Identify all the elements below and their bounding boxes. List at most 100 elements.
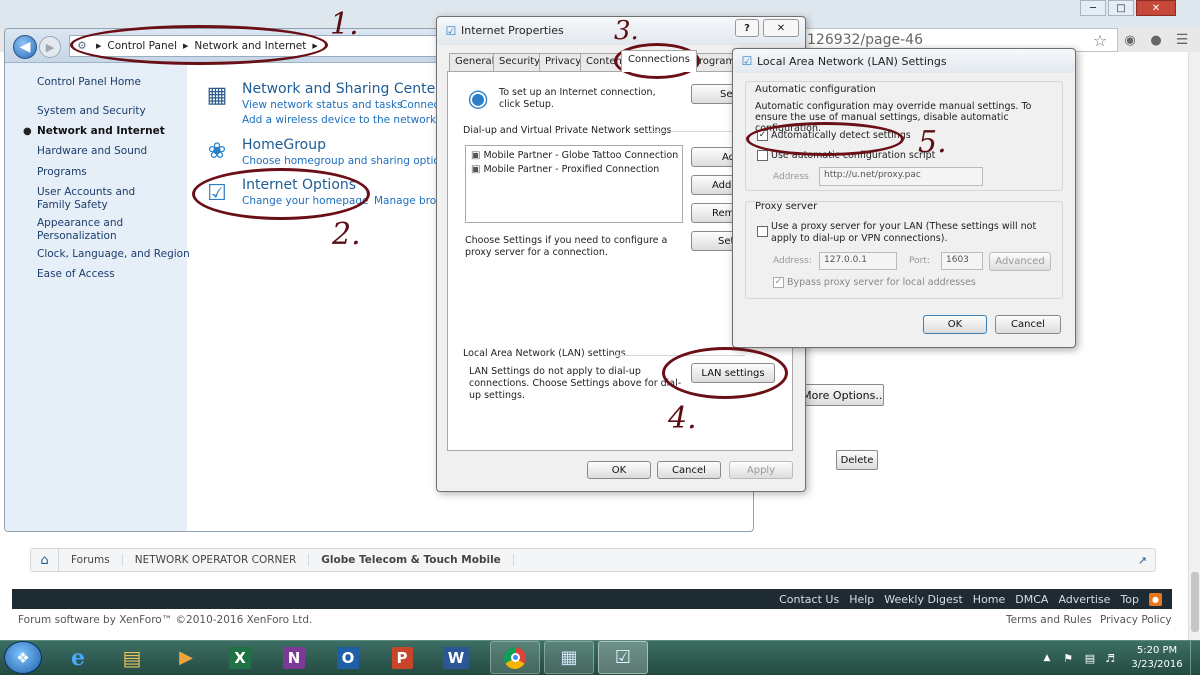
- annotation-number-1: 1.: [330, 7, 359, 42]
- network-sharing-title[interactable]: Network and Sharing Center: [242, 81, 441, 97]
- cancel-button[interactable]: Cancel: [657, 461, 721, 479]
- script-address-input[interactable]: http://u.net/proxy.pac: [819, 167, 983, 186]
- more-options-button[interactable]: More Options...: [804, 384, 884, 406]
- outlook-icon[interactable]: O: [328, 642, 368, 673]
- footer-link-digest[interactable]: Weekly Digest: [884, 593, 963, 606]
- scrollbar[interactable]: [1188, 52, 1200, 640]
- ok-button[interactable]: OK: [587, 461, 651, 479]
- annotation-circle-auto-detect: [746, 122, 904, 156]
- footer-bar: Contact Us Help Weekly Digest Home DMCA …: [12, 589, 1172, 609]
- sidebar-active-bullet: ●: [23, 126, 32, 137]
- terms-link[interactable]: Terms and Rules: [1006, 614, 1092, 626]
- clock-date[interactable]: 3/23/2016: [1130, 659, 1184, 670]
- manage-browser-link[interactable]: Manage brow: [374, 195, 445, 207]
- homegroup-title[interactable]: HomeGroup: [242, 137, 326, 153]
- lan-title: Local Area Network (LAN) Settings: [757, 55, 947, 68]
- annotation-number-2: 2.: [332, 217, 361, 252]
- volume-icon[interactable]: ♬: [1102, 650, 1118, 666]
- word-icon[interactable]: W: [436, 642, 476, 673]
- start-button[interactable]: ❖: [4, 641, 42, 674]
- sidebar-item-user-accounts[interactable]: User Accounts and Family Safety: [37, 186, 172, 212]
- internet-explorer-icon[interactable]: e: [58, 642, 98, 673]
- internet-options-icon: ☑: [741, 54, 753, 68]
- internet-options-taskbar-icon[interactable]: ☑: [598, 641, 648, 674]
- port-input[interactable]: 1603: [941, 252, 983, 270]
- lan-ok-button[interactable]: OK: [923, 315, 987, 334]
- annotation-number-4: 4.: [668, 401, 697, 436]
- globe-setup-icon: ◉: [467, 84, 489, 112]
- rss-icon[interactable]: ●: [1149, 592, 1162, 606]
- close-icon[interactable]: ✕: [763, 19, 799, 37]
- sidebar-item-ease-of-access[interactable]: Ease of Access: [37, 268, 115, 280]
- clock-time[interactable]: 5:20 PM: [1130, 645, 1184, 656]
- minimize-icon[interactable]: ─: [1080, 0, 1106, 16]
- back-button[interactable]: ◀: [13, 35, 37, 59]
- advanced-button[interactable]: Advanced: [989, 252, 1051, 271]
- apply-button[interactable]: Apply: [729, 461, 793, 479]
- maximize-icon[interactable]: □: [1108, 0, 1134, 16]
- footer-link-top[interactable]: Top: [1120, 593, 1139, 606]
- tab-connections[interactable]: Connections: [621, 50, 697, 72]
- breadcrumb-globe-telecom[interactable]: Globe Telecom & Touch Mobile: [309, 554, 514, 566]
- sidebar-item-appearance[interactable]: Appearance and Personalization: [37, 217, 147, 243]
- add-wireless-link[interactable]: Add a wireless device to the network: [242, 114, 436, 126]
- network-tray-icon[interactable]: ▤: [1082, 650, 1098, 666]
- extension-icon[interactable]: ◉: [1120, 30, 1140, 50]
- window-controls: ─ □ ✕: [1080, 0, 1200, 18]
- connect-link[interactable]: Connec: [400, 99, 439, 111]
- annotation-circle-internet-options: [192, 168, 370, 220]
- footer-link-contact[interactable]: Contact Us: [779, 593, 839, 606]
- vpn-list-item[interactable]: ▣ Mobile Partner - Proxified Connection: [471, 164, 659, 175]
- use-proxy-label[interactable]: Use a proxy server for your LAN (These s…: [771, 221, 1055, 245]
- delete-button[interactable]: Delete: [836, 450, 878, 470]
- sidebar-item-home[interactable]: Control Panel Home: [37, 76, 141, 88]
- media-player-icon[interactable]: ▶: [166, 642, 206, 673]
- footer-link-dmca[interactable]: DMCA: [1015, 593, 1048, 606]
- sidebar-item-system-security[interactable]: System and Security: [37, 105, 146, 117]
- menu-icon[interactable]: ☰: [1172, 30, 1192, 50]
- use-proxy-checkbox[interactable]: [757, 226, 768, 237]
- chrome-icon[interactable]: [490, 641, 540, 674]
- scrollbar-thumb[interactable]: [1191, 572, 1199, 632]
- sidebar-item-programs[interactable]: Programs: [37, 166, 87, 178]
- divider: [649, 131, 745, 132]
- connection-icon: ▣: [471, 150, 481, 161]
- bypass-label[interactable]: Bypass proxy server for local addresses: [787, 277, 976, 288]
- proxy-address-input[interactable]: 127.0.0.1: [819, 252, 897, 270]
- windows-explorer-icon[interactable]: ▤: [112, 642, 152, 673]
- close-icon[interactable]: ✕: [1136, 0, 1176, 16]
- control-panel-taskbar-icon[interactable]: ▦: [544, 641, 594, 674]
- forum-breadcrumb: ⌂ Forums NETWORK OPERATOR CORNER Globe T…: [30, 548, 1156, 572]
- show-hidden-icons[interactable]: ▲: [1040, 650, 1054, 666]
- help-icon[interactable]: ?: [735, 19, 759, 37]
- privacy-link[interactable]: Privacy Policy: [1100, 614, 1172, 626]
- breadcrumb-forums[interactable]: Forums: [59, 554, 123, 566]
- footer-link-home[interactable]: Home: [973, 593, 1005, 606]
- bookmark-star-icon[interactable]: ☆: [1090, 30, 1110, 50]
- vpn-list-item[interactable]: ▣ Mobile Partner - Globe Tattoo Connecti…: [471, 150, 678, 161]
- sidebar-item-clock-language[interactable]: Clock, Language, and Region: [37, 248, 190, 260]
- footer-link-help[interactable]: Help: [849, 593, 874, 606]
- forward-button[interactable]: ▶: [39, 36, 61, 58]
- homegroup-options-link[interactable]: Choose homegroup and sharing options: [242, 155, 452, 167]
- onenote-icon[interactable]: N: [274, 642, 314, 673]
- extension-icon-2[interactable]: ●: [1146, 30, 1166, 50]
- lan-cancel-button[interactable]: Cancel: [995, 315, 1061, 334]
- lan-heading: Local Area Network (LAN) settings: [463, 348, 626, 359]
- view-network-status-link[interactable]: View network status and tasks: [242, 99, 403, 111]
- proxy-heading: Proxy server: [755, 201, 818, 212]
- excel-icon[interactable]: X: [220, 642, 260, 673]
- powerpoint-icon[interactable]: P: [382, 642, 422, 673]
- jump-icon[interactable]: ↗: [1138, 554, 1147, 567]
- auto-config-heading: Automatic configuration: [755, 84, 876, 95]
- bypass-checkbox[interactable]: ✓: [773, 277, 784, 288]
- home-icon[interactable]: ⌂: [31, 549, 59, 571]
- use-script-checkbox[interactable]: [757, 150, 768, 161]
- show-desktop-button[interactable]: [1190, 641, 1200, 675]
- flag-icon[interactable]: ⚑: [1060, 650, 1076, 666]
- footer-link-advertise[interactable]: Advertise: [1058, 593, 1110, 606]
- lan-settings-dialog: ☑ Local Area Network (LAN) Settings Auto…: [732, 48, 1076, 348]
- sidebar-item-hardware-sound[interactable]: Hardware and Sound: [37, 145, 147, 157]
- sidebar-item-network-internet[interactable]: Network and Internet: [37, 125, 165, 137]
- breadcrumb-network-operator[interactable]: NETWORK OPERATOR CORNER: [123, 554, 310, 566]
